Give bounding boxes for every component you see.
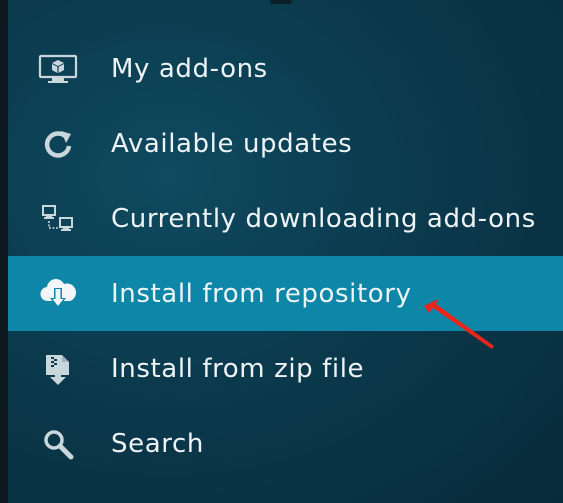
menu-item-label: Install from zip file (111, 353, 365, 384)
menu-item-label: My add-ons (111, 53, 268, 84)
menu-item-label: Available updates (111, 128, 353, 159)
menu-item-label: Install from repository (111, 278, 412, 309)
refresh-icon (38, 126, 78, 162)
zip-install-icon (38, 351, 78, 387)
network-computers-icon (38, 201, 78, 237)
cloud-download-icon (38, 276, 78, 312)
menu-item-search[interactable]: Search (8, 406, 563, 481)
left-edge-panel (0, 0, 8, 503)
top-scroll-indicator (270, 0, 292, 4)
monitor-box-icon (38, 51, 78, 87)
addons-menu: My add-ons Available updates Currently d… (8, 31, 563, 481)
menu-item-label: Currently downloading add-ons (111, 203, 536, 234)
menu-item-currently-downloading[interactable]: Currently downloading add-ons (8, 181, 563, 256)
menu-item-my-addons[interactable]: My add-ons (8, 31, 563, 106)
menu-item-label: Search (111, 428, 204, 459)
search-icon (38, 426, 78, 462)
menu-item-available-updates[interactable]: Available updates (8, 106, 563, 181)
annotation-arrow (424, 299, 494, 349)
